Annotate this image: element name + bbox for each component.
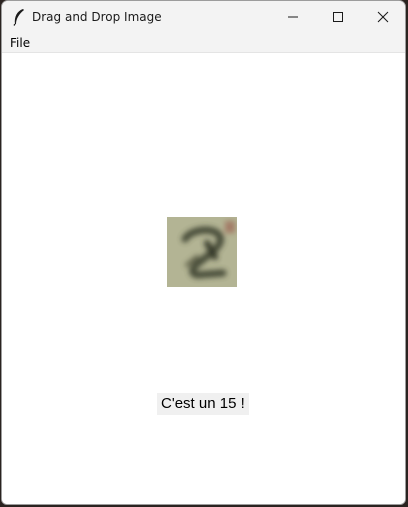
drop-area[interactable]: C'est un 15 ! — [2, 54, 405, 504]
dropped-image — [167, 217, 237, 287]
close-button[interactable] — [360, 1, 405, 33]
menu-bar: File — [2, 33, 405, 53]
maximize-button[interactable] — [315, 1, 361, 33]
window-title: Drag and Drop Image — [32, 10, 162, 24]
close-icon — [377, 11, 389, 23]
minimize-button[interactable] — [270, 1, 316, 33]
prediction-label: C'est un 15 ! — [157, 393, 249, 415]
maximize-icon — [333, 12, 343, 22]
menu-item-file[interactable]: File — [10, 36, 30, 50]
minimize-icon — [288, 16, 298, 18]
feather-icon — [13, 9, 24, 26]
digit-image-icon — [167, 217, 237, 287]
app-window: Drag and Drop Image File C'est un 15 ! — [1, 0, 406, 505]
title-bar[interactable]: Drag and Drop Image — [2, 1, 405, 33]
